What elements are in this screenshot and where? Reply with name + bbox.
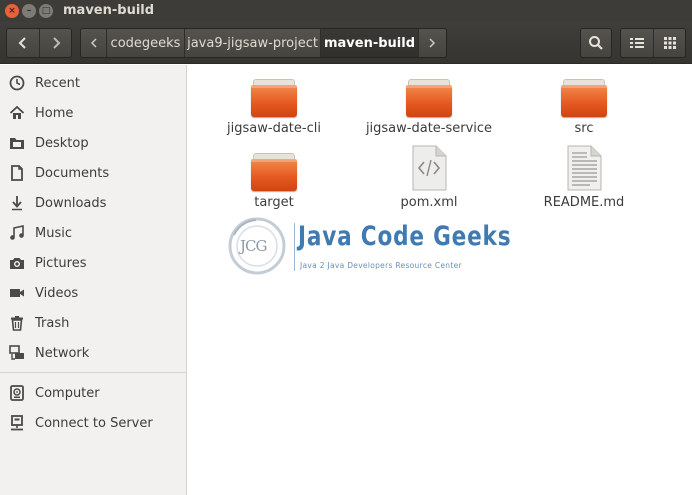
camera-icon [8,254,26,272]
sidebar-item-pictures[interactable]: Pictures [0,248,186,278]
sidebar-item-network[interactable]: Network [0,338,186,368]
sidebar-item-label: Network [35,345,90,361]
toolbar: codegeeks java9-jigsaw-project maven-bui… [0,22,692,64]
trash-icon [8,314,26,332]
desktop-folder-icon [8,134,26,152]
music-icon [8,224,26,242]
list-view-icon [630,38,644,48]
sidebar-item-label: Videos [35,285,79,301]
chevron-right-icon [429,38,436,48]
document-icon [8,164,26,182]
file-name: jigsaw-date-service [365,121,493,136]
go-back-icon [18,37,26,49]
sidebar-item-label: Recent [35,75,80,91]
path-scroll-left-button[interactable] [81,29,107,57]
path-bar: codegeeks java9-jigsaw-project maven-bui… [80,28,447,58]
minimize-window-button[interactable]: – [22,4,36,18]
file-item-xml[interactable]: pom.xml [354,145,504,210]
file-item-folder[interactable]: jigsaw-date-service [354,79,504,136]
sidebar-item-videos[interactable]: Videos [0,278,186,308]
path-scroll-right-button[interactable] [419,29,445,57]
watermark-title: Java Code Geeks [298,221,512,252]
sidebar-item-label: Downloads [35,195,107,211]
file-name: pom.xml [400,195,458,210]
sidebar-item-documents[interactable]: Documents [0,158,186,188]
watermark-divider [294,223,295,271]
file-item-text[interactable]: README.md [509,145,659,210]
sidebar-separator [0,372,186,373]
sidebar-item-label: Connect to Server [35,415,153,431]
network-icon [8,344,26,362]
window-title: maven-build [63,3,155,18]
sidebar-item-home[interactable]: Home [0,98,186,128]
folder-icon [251,79,297,117]
file-item-folder[interactable]: target [199,153,349,210]
file-view: jigsaw-date-cli jigsaw-date-service src … [188,65,692,495]
view-buttons [620,28,686,58]
sidebar-item-recent[interactable]: Recent [0,68,186,98]
watermark-logo: JCG Java Code Geeks Java 2 Java Develope… [226,215,511,285]
folder-icon [406,79,452,117]
chevron-left-icon [90,38,97,48]
grid-view-button[interactable] [653,29,685,57]
path-segment-codegeeks[interactable]: codegeeks [107,29,185,57]
file-name: target [254,195,294,210]
jcg-monogram: JCG [240,237,268,255]
sidebar-item-label: Music [35,225,72,241]
download-icon [8,194,26,212]
search-icon [589,36,603,50]
home-icon [8,104,26,122]
sidebar-item-music[interactable]: Music [0,218,186,248]
file-name: jigsaw-date-cli [227,121,321,136]
text-file-icon [567,145,602,191]
title-bar: × – □ maven-build [0,0,692,22]
folder-icon [251,153,297,191]
back-button[interactable] [7,29,39,57]
sidebar-item-label: Documents [35,165,110,181]
path-segment-maven-build[interactable]: maven-build [321,29,419,57]
sidebar: Recent Home Desktop Documents Downloads … [0,65,187,495]
sidebar-item-desktop[interactable]: Desktop [0,128,186,158]
search-button[interactable] [580,28,612,58]
sidebar-item-trash[interactable]: Trash [0,308,186,338]
clock-icon [8,74,26,92]
forward-button[interactable] [39,29,71,57]
navigation-buttons [6,28,72,58]
sidebar-item-computer[interactable]: Computer [0,378,186,408]
xml-file-icon [412,145,447,191]
go-forward-icon [52,37,60,49]
computer-icon [8,384,26,402]
sidebar-item-connect-to-server[interactable]: Connect to Server [0,408,186,438]
file-name: README.md [543,195,625,210]
sidebar-item-label: Pictures [35,255,87,271]
maximize-window-button[interactable]: □ [39,4,53,18]
file-item-folder[interactable]: jigsaw-date-cli [199,79,349,136]
sidebar-item-label: Computer [35,385,100,401]
folder-icon [561,79,607,117]
watermark-subtitle: Java 2 Java Developers Resource Center [300,261,462,270]
grid-view-icon [663,37,676,49]
close-window-button[interactable]: × [5,4,19,18]
server-icon [8,414,26,432]
sidebar-item-label: Home [35,105,74,121]
file-item-folder[interactable]: src [509,79,659,136]
video-icon [8,284,26,302]
list-view-button[interactable] [621,29,653,57]
sidebar-item-downloads[interactable]: Downloads [0,188,186,218]
file-name: src [574,121,594,136]
sidebar-item-label: Trash [35,315,70,331]
sidebar-item-label: Desktop [35,135,89,151]
path-segment-java9-jigsaw-project[interactable]: java9-jigsaw-project [185,29,321,57]
